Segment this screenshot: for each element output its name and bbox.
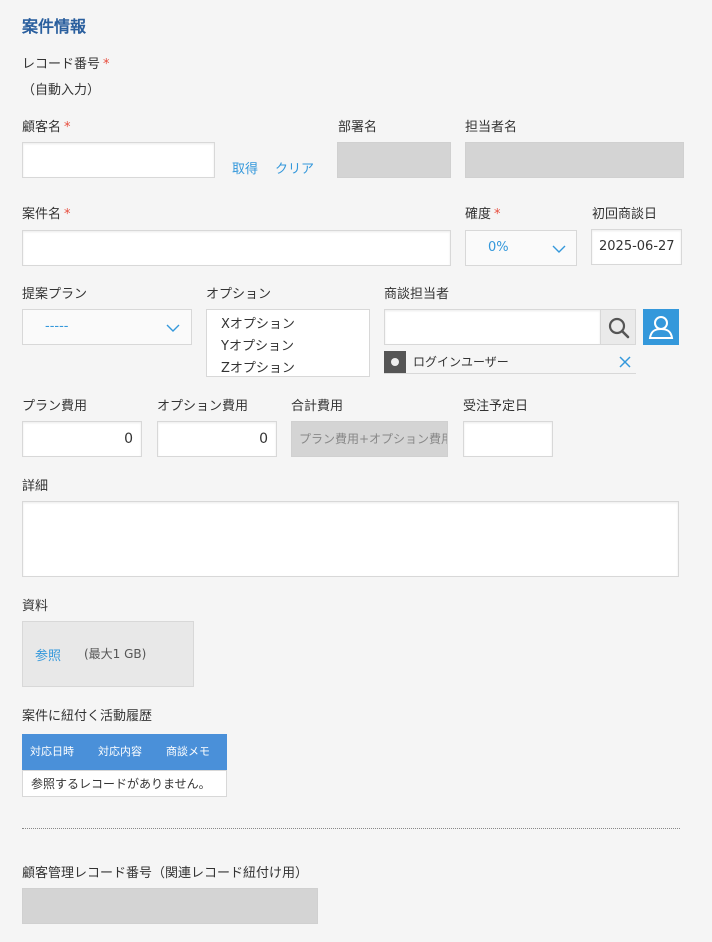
option-cost-label: オプション費用 [157,399,249,414]
column-header-memo: 商談メモ [166,745,210,758]
customer-name-input[interactable] [22,142,215,178]
record-number-label: レコード番号 * [22,53,110,72]
proposal-plan-select[interactable]: ----- [22,309,192,345]
column-header-date: 対応日時 [30,745,74,758]
department-field [337,142,451,178]
customer-record-field [22,888,318,924]
clear-customer-link[interactable]: クリア [275,158,314,177]
order-date-input[interactable] [463,421,553,457]
options-listbox[interactable]: Xオプション Yオプション Zオプション [206,309,370,377]
details-label: 詳細 [22,479,49,494]
option-item-z[interactable]: Zオプション [207,358,369,376]
total-cost-label: 合計費用 [291,399,344,414]
activity-table-empty-row: 参照するレコードがありません。 [22,770,227,797]
search-button[interactable] [600,309,636,345]
activity-history-label: 案件に紐付く活動履歴 [22,709,153,724]
deal-staff-label: 商談担当者 [384,287,450,302]
chevron-down-icon [552,245,566,253]
section-divider [22,828,680,829]
deal-staff-search-input[interactable] [384,309,601,345]
order-date-label: 受注予定日 [463,399,529,414]
section-title: 案件情報 [22,17,87,36]
deal-name-label-text: 案件名 [22,207,62,222]
file-upload-area[interactable]: 参照 (最大1 GB) [22,621,194,687]
plan-cost-input[interactable]: 0 [22,421,142,457]
option-item-y[interactable]: Yオプション [207,336,369,358]
record-number-value: （自動入力） [22,83,101,98]
required-mark: * [103,57,110,72]
chevron-down-icon [166,324,180,332]
option-cost-input[interactable]: 0 [157,421,277,457]
option-item-x[interactable]: Xオプション [207,314,369,336]
required-mark: * [494,207,501,222]
certainty-selected: 0% [488,240,509,255]
customer-record-label: 顧客管理レコード番号（関連レコード紐付け用） [22,866,309,881]
user-chip-label: ログインユーザー [413,355,509,369]
user-chip-avatar [384,351,406,373]
search-icon [608,317,630,339]
proposal-plan-selected: ----- [45,319,69,334]
certainty-label-text: 確度 [465,207,492,222]
get-customer-link[interactable]: 取得 [232,158,258,177]
empty-message: 参照するレコードがありません。 [31,777,211,791]
user-chip: ログインユーザー [384,351,636,374]
total-cost-field: プラン費用+オプション費用 [291,421,448,457]
customer-name-label: 顧客名 * [22,116,71,135]
details-textarea[interactable] [22,501,679,577]
customer-name-label-text: 顧客名 [22,120,62,135]
materials-label: 資料 [22,599,49,614]
first-meeting-date-input[interactable]: 2025-06-27 [591,229,682,265]
plan-cost-label: プラン費用 [22,399,88,414]
user-icon [648,316,674,339]
max-size-text: (最大1 GB) [84,647,147,661]
person-in-charge-field [465,142,684,178]
person-in-charge-label: 担当者名 [465,120,518,135]
deal-name-label: 案件名 * [22,203,71,222]
proposal-plan-label: 提案プラン [22,287,88,302]
column-header-content: 対応内容 [98,745,142,758]
certainty-select[interactable]: 0% [465,230,577,266]
required-mark: * [64,120,71,135]
required-mark: * [64,207,71,222]
remove-user-icon[interactable] [619,356,631,368]
first-meeting-date-label: 初回商談日 [592,207,658,222]
record-number-label-text: レコード番号 [22,57,101,72]
user-picker-button[interactable] [643,309,679,345]
department-label: 部署名 [338,120,378,135]
user-dot-icon [391,358,399,366]
options-label: オプション [206,287,272,302]
deal-name-input[interactable] [22,230,451,266]
activity-table-header: 対応日時 対応内容 商談メモ [22,734,227,770]
certainty-label: 確度 * [465,203,501,222]
browse-link[interactable]: 参照 [35,645,61,664]
